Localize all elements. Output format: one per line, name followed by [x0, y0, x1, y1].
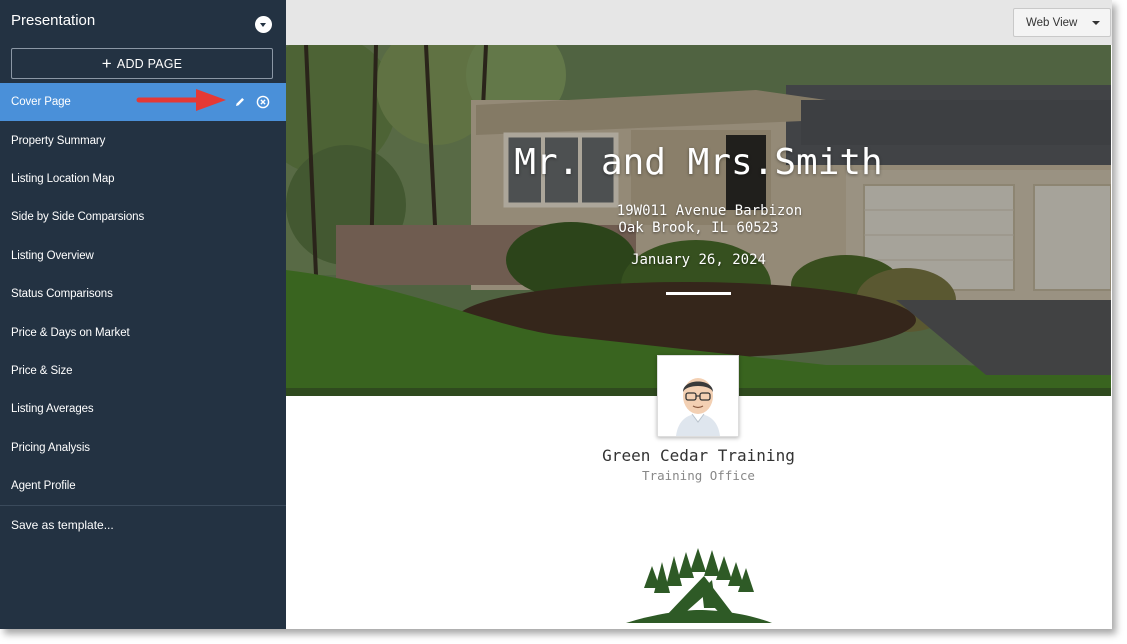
sidebar-item-label: Price & Size	[11, 364, 73, 377]
address-line-2: Oak Brook, IL 60523	[618, 220, 779, 236]
sidebar-item-label: Side by Side Comparsions	[11, 211, 145, 224]
caret-down-icon	[1092, 21, 1100, 25]
agent-office: Training Office	[642, 468, 755, 483]
sidebar-header: Presentation	[0, 0, 286, 44]
sidebar-item-label: Status Comparisons	[11, 288, 113, 301]
item-actions	[232, 95, 270, 110]
sidebar-item-price-size[interactable]: Price & Size	[0, 352, 286, 390]
sidebar-item-side-by-side[interactable]: Side by Side Comparsions	[0, 198, 286, 236]
sidebar-item-listing-location-map[interactable]: Listing Location Map	[0, 160, 286, 198]
add-page-label: ADD PAGE	[116, 56, 183, 71]
sidebar-item-label: Pricing Analysis	[11, 441, 90, 454]
sidebar: Presentation + ADD PAGE Cover Page Prope…	[0, 0, 286, 629]
save-as-template-link[interactable]: Save as template...	[0, 506, 286, 544]
client-name: Mr. and Mrs.Smith	[514, 142, 883, 183]
sidebar-item-label: Listing Averages	[11, 403, 94, 416]
page-list: Cover Page Property Summary Listing Loca…	[0, 83, 286, 544]
sidebar-item-label: Price & Days on Market	[11, 326, 130, 339]
sidebar-item-label: Agent Profile	[11, 480, 76, 493]
sidebar-item-status-comparisons[interactable]: Status Comparisons	[0, 275, 286, 313]
divider	[666, 292, 731, 295]
avatar	[657, 355, 739, 437]
presentation-date: January 26, 2024	[631, 252, 766, 268]
address-line-1: 19W011 Avenue Barbizon	[616, 203, 803, 219]
top-bar: Web View	[286, 0, 1112, 45]
sidebar-item-label: Listing Overview	[11, 249, 94, 262]
sidebar-item-listing-averages[interactable]: Listing Averages	[0, 390, 286, 428]
sidebar-item-property-summary[interactable]: Property Summary	[0, 121, 286, 159]
chevron-down-circle-icon[interactable]	[255, 16, 272, 33]
sidebar-item-label: Property Summary	[11, 134, 106, 147]
view-mode-value: Web View	[1026, 16, 1078, 29]
sidebar-item-cover-page[interactable]: Cover Page	[0, 83, 286, 122]
add-page-button[interactable]: + ADD PAGE	[11, 48, 273, 79]
sidebar-title: Presentation	[11, 12, 96, 29]
sidebar-item-label: Listing Location Map	[11, 172, 115, 185]
sidebar-item-price-days-market[interactable]: Price & Days on Market	[0, 313, 286, 351]
agent-name: Green Cedar Training	[602, 446, 795, 465]
sidebar-item-label: Cover Page	[11, 96, 71, 109]
agent-avatar-icon	[676, 378, 720, 436]
pencil-icon[interactable]	[232, 95, 247, 110]
sidebar-item-listing-overview[interactable]: Listing Overview	[0, 237, 286, 275]
close-circle-icon[interactable]	[255, 95, 270, 110]
sidebar-item-agent-profile[interactable]: Agent Profile	[0, 467, 286, 505]
company-logo-icon	[626, 548, 772, 623]
sidebar-item-pricing-analysis[interactable]: Pricing Analysis	[0, 429, 286, 467]
cover-hero: Mr. and Mrs.Smith 19W011 Avenue Barbizon…	[286, 45, 1111, 396]
plus-icon: +	[101, 54, 112, 73]
save-template-label: Save as template...	[11, 518, 114, 533]
app-window: Presentation + ADD PAGE Cover Page Prope…	[0, 0, 1112, 629]
view-mode-dropdown[interactable]: Web View	[1013, 8, 1111, 37]
